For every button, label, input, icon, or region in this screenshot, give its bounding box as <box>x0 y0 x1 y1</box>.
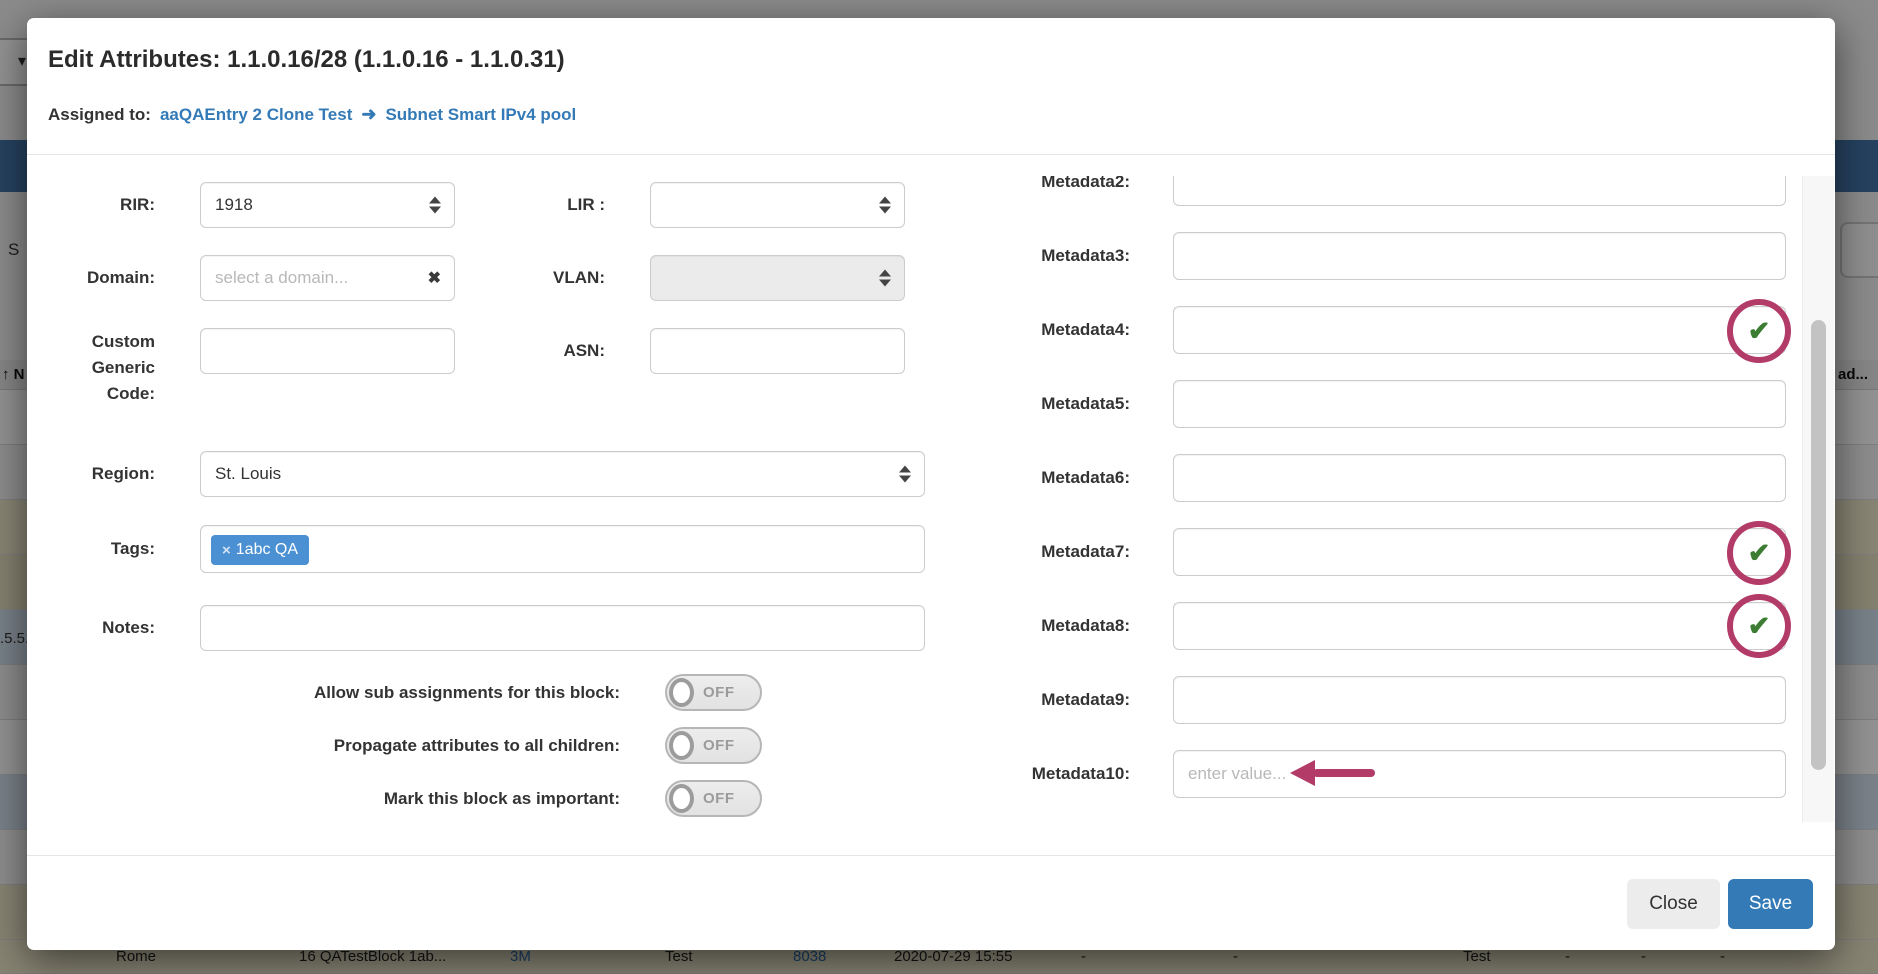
modal-body: RIR: 1918 LIR : Domain: ✖ VLAN: <box>27 155 1835 855</box>
toggle-knob <box>669 784 694 813</box>
region-select[interactable]: St. Louis <box>200 451 925 497</box>
metadata-row: Metadata9: <box>982 676 1792 724</box>
metadata-row: Metadata5: <box>982 380 1792 428</box>
modal-footer: Close Save <box>27 855 1835 950</box>
region-selected-value: St. Louis <box>215 464 281 484</box>
metadata-row: Metadata10: <box>982 750 1792 798</box>
metadata8-label: Metadata8: <box>982 602 1130 650</box>
metadata7-label: Metadata7: <box>982 528 1130 576</box>
metadata10-label: Metadata10: <box>982 750 1130 798</box>
metadata-row: Metadata7: <box>982 528 1792 576</box>
metadata6-label: Metadata6: <box>982 454 1130 502</box>
metadata3-input[interactable] <box>1173 232 1786 280</box>
mark-important-toggle[interactable]: OFF <box>665 780 762 817</box>
notes-label: Notes: <box>40 605 155 651</box>
metadata-scroll-region: Metadata2: Metadata3: Metadata4: Metadat… <box>982 176 1792 822</box>
domain-input[interactable] <box>200 255 455 301</box>
notes-input[interactable] <box>200 605 925 651</box>
metadata10-input[interactable] <box>1173 750 1786 798</box>
save-button[interactable]: Save <box>1728 879 1813 929</box>
assigned-entry-link[interactable]: aaQAEntry 2 Clone Test <box>160 105 352 125</box>
modal-header: Edit Attributes: 1.1.0.16/28 (1.1.0.16 -… <box>27 18 1835 155</box>
region-label: Region: <box>40 451 155 497</box>
metadata4-input[interactable] <box>1173 306 1786 354</box>
domain-field-wrap: ✖ <box>200 255 455 301</box>
metadata2-input[interactable] <box>1173 176 1786 206</box>
metadata9-input[interactable] <box>1173 676 1786 724</box>
allow-sub-assignments-label: Allow sub assignments for this block: <box>40 674 620 711</box>
metadata5-input[interactable] <box>1173 380 1786 428</box>
close-button[interactable]: Close <box>1627 879 1720 929</box>
metadata-row: Metadata3: <box>982 232 1792 280</box>
modal-title: Edit Attributes: 1.1.0.16/28 (1.1.0.16 -… <box>48 46 565 74</box>
metadata9-label: Metadata9: <box>982 676 1130 724</box>
toggle-knob <box>669 678 694 707</box>
allow-sub-assignments-toggle[interactable]: OFF <box>665 674 762 711</box>
arrow-right-icon: ➜ <box>361 104 376 125</box>
asn-input[interactable] <box>650 328 905 374</box>
rir-selected-value: 1918 <box>215 195 253 215</box>
metadata-row: Metadata8: <box>982 602 1792 650</box>
assigned-to-line: Assigned to: aaQAEntry 2 Clone Test ➜ Su… <box>48 104 576 125</box>
metadata8-input[interactable] <box>1173 602 1786 650</box>
metadata5-label: Metadata5: <box>982 380 1130 428</box>
toggle-knob <box>669 731 694 760</box>
toggle-state-label: OFF <box>703 737 735 754</box>
screen: ▾ S ↑ N ad... .5.5. Rome 16 QATestBlock … <box>0 0 1878 974</box>
assigned-to-label: Assigned to: <box>48 105 151 125</box>
toggle-state-label: OFF <box>703 790 735 807</box>
asn-label: ASN: <box>425 328 605 374</box>
tag-text: 1abc QA <box>236 541 298 559</box>
rir-label: RIR: <box>40 182 155 228</box>
edit-attributes-modal: Edit Attributes: 1.1.0.16/28 (1.1.0.16 -… <box>27 18 1835 950</box>
rir-select[interactable]: 1918 <box>200 182 455 228</box>
custom-generic-code-label: Custom Generic Code: <box>40 320 155 407</box>
select-caret-icon <box>879 270 891 287</box>
assigned-pool-link[interactable]: Subnet Smart IPv4 pool <box>385 105 576 125</box>
custom-generic-code-input[interactable] <box>200 328 455 374</box>
tags-input[interactable]: × 1abc QA <box>200 525 925 573</box>
toggle-state-label: OFF <box>703 684 735 701</box>
lir-select[interactable] <box>650 182 905 228</box>
propagate-attributes-toggle[interactable]: OFF <box>665 727 762 764</box>
scrollbar-track[interactable] <box>1802 176 1834 822</box>
tags-label: Tags: <box>40 526 155 572</box>
scrollbar-thumb[interactable] <box>1811 320 1826 770</box>
select-caret-icon <box>879 197 891 214</box>
metadata-row: Metadata6: <box>982 454 1792 502</box>
metadata7-input[interactable] <box>1173 528 1786 576</box>
lir-label: LIR : <box>425 182 605 228</box>
domain-label: Domain: <box>40 255 155 301</box>
metadata3-label: Metadata3: <box>982 232 1130 280</box>
vlan-select[interactable] <box>650 255 905 301</box>
metadata-row: Metadata2: <box>982 176 1792 206</box>
metadata4-label: Metadata4: <box>982 306 1130 354</box>
select-caret-icon <box>899 466 911 483</box>
mark-important-label: Mark this block as important: <box>40 780 620 817</box>
propagate-attributes-label: Propagate attributes to all children: <box>40 727 620 764</box>
tag-pill: × 1abc QA <box>211 535 309 565</box>
metadata-row: Metadata4: <box>982 306 1792 354</box>
metadata6-input[interactable] <box>1173 454 1786 502</box>
vlan-label: VLAN: <box>425 255 605 301</box>
metadata2-label: Metadata2: <box>982 176 1130 206</box>
tag-remove-icon[interactable]: × <box>222 542 231 559</box>
